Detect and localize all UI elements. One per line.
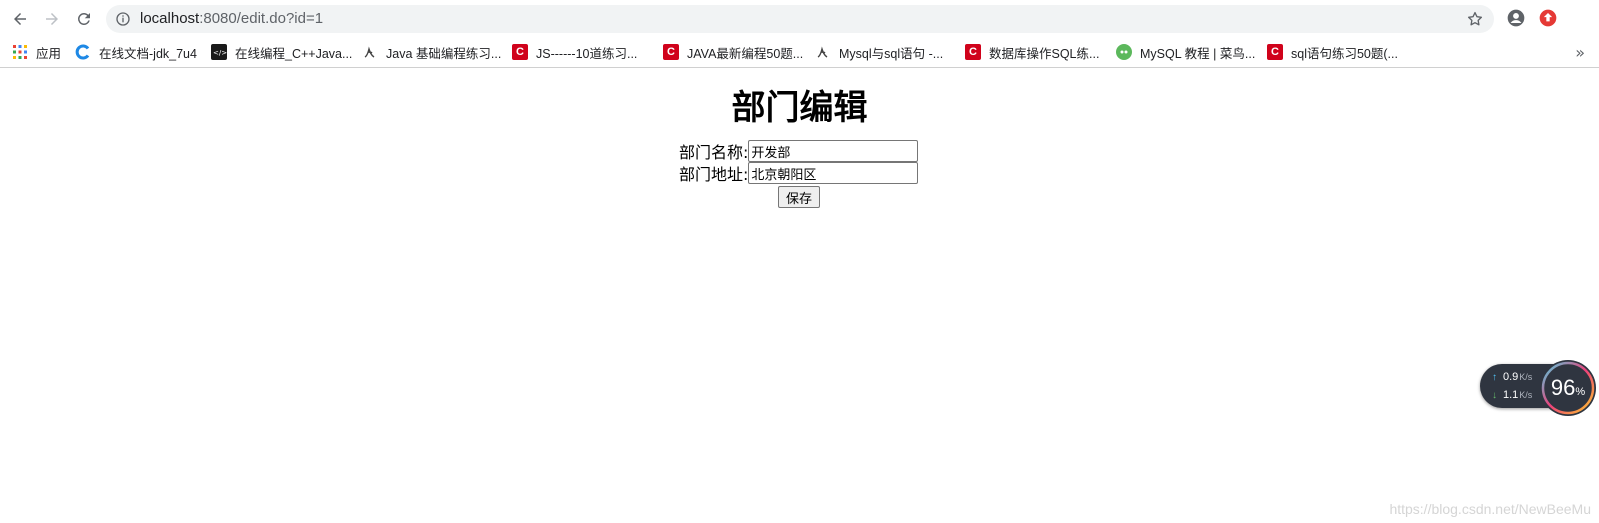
browser-toolbar: localhost:8080/edit.do?id=1 xyxy=(0,0,1599,36)
upload-unit: K/s xyxy=(1519,372,1533,382)
blue-c-icon xyxy=(75,44,91,60)
bookmark-label: sql语句练习50题(... xyxy=(1291,46,1398,61)
bookmark-online-coding[interactable]: </> 在线编程_C++Java... xyxy=(211,42,352,62)
reload-icon xyxy=(77,12,90,25)
url-path: :8080/edit.do?id=1 xyxy=(199,10,324,27)
dept-name-input[interactable] xyxy=(748,140,919,162)
bookmark-label: MySQL 教程 | 菜鸟... xyxy=(1140,46,1256,61)
bookmark-label: 数据库操作SQL练... xyxy=(989,46,1100,61)
save-button[interactable]: 保存 xyxy=(778,186,820,208)
bookmark-label: JAVA最新编程50题... xyxy=(687,46,804,61)
percent-symbol: % xyxy=(1575,386,1586,398)
arrow-left-icon xyxy=(14,13,26,25)
arrow-right-icon xyxy=(46,13,58,25)
download-arrow-icon: ↓ xyxy=(1492,390,1497,401)
reload-button[interactable] xyxy=(72,7,96,31)
back-button[interactable] xyxy=(8,7,32,31)
usage-percent: 96% xyxy=(1540,360,1596,416)
bookmark-db-sql[interactable]: C 数据库操作SQL练... xyxy=(965,42,1099,62)
csdn-icon: C xyxy=(1267,44,1283,60)
bookmark-jdk-docs[interactable]: 在线文档-jdk_7u4 xyxy=(75,42,197,62)
page-title: 部门编辑 xyxy=(731,88,868,128)
bookmark-apps[interactable]: 应用 xyxy=(12,42,61,62)
download-value: 1.1 xyxy=(1503,389,1519,401)
apps-grid-icon xyxy=(12,44,28,60)
bookmark-label: Mysql与sql语句 -... xyxy=(839,46,944,61)
svg-text:</>: </> xyxy=(213,49,227,57)
url-host: localhost xyxy=(140,10,200,27)
bookmark-label: JS------10道练习... xyxy=(536,46,638,61)
bookmark-java-50[interactable]: C JAVA最新编程50题... xyxy=(663,42,803,62)
bookmark-label: 应用 xyxy=(36,46,62,61)
bookmark-label: 在线编程_C++Java... xyxy=(235,46,353,61)
bookmark-star-icon[interactable] xyxy=(1466,10,1484,28)
url-text: localhost:8080/edit.do?id=1 xyxy=(140,10,323,27)
download-speed: ↓ 1.1K/s xyxy=(1492,389,1532,401)
update-icon[interactable] xyxy=(1538,8,1558,28)
dept-name-label: 部门名称: xyxy=(679,143,749,162)
bookmark-mysql-tutorial[interactable]: MySQL 教程 | 菜鸟... xyxy=(1116,42,1255,62)
network-speed-widget[interactable]: ↑ 0.9K/s ↓ 1.1K/s 96% xyxy=(1480,360,1599,416)
dept-address-row: 部门地址: xyxy=(679,162,919,184)
script-icon xyxy=(815,44,831,60)
bookmarks-overflow-icon[interactable]: » xyxy=(1575,43,1585,62)
download-unit: K/s xyxy=(1519,390,1533,400)
watermark: https://blog.csdn.net/NewBeeMu xyxy=(1389,501,1591,517)
bookmark-js-practice[interactable]: C JS------10道练习... xyxy=(512,42,637,62)
bookmark-mysql-sql[interactable]: Mysql与sql语句 -... xyxy=(815,42,943,62)
bookmark-label: Java 基础编程练习... xyxy=(386,46,502,61)
upload-value: 0.9 xyxy=(1503,371,1519,383)
dept-name-row: 部门名称: xyxy=(679,140,919,162)
dept-address-input[interactable] xyxy=(748,162,919,184)
info-icon[interactable] xyxy=(114,10,132,28)
script-icon xyxy=(362,44,378,60)
percent-value: 96 xyxy=(1550,375,1576,400)
bookmark-label: 在线文档-jdk_7u4 xyxy=(99,46,197,61)
csdn-icon: C xyxy=(663,44,679,60)
bookmark-sql-50[interactable]: C sql语句练习50题(... xyxy=(1267,42,1398,62)
upload-arrow-icon: ↑ xyxy=(1492,372,1497,383)
csdn-icon: C xyxy=(512,44,528,60)
dark-logo-icon: </> xyxy=(211,44,227,60)
upload-speed: ↑ 0.9K/s xyxy=(1492,371,1532,383)
bookmark-java-basics[interactable]: Java 基础编程练习... xyxy=(362,42,501,62)
csdn-icon: C xyxy=(965,44,981,60)
runoob-icon xyxy=(1116,44,1132,60)
forward-button[interactable] xyxy=(40,7,64,31)
account-icon[interactable] xyxy=(1506,8,1526,28)
dept-address-label: 部门地址: xyxy=(679,165,749,184)
bookmarks-bar: 应用 在线文档-jdk_7u4 </> 在线编程_C++Java... Java… xyxy=(0,36,1599,68)
address-bar[interactable]: localhost:8080/edit.do?id=1 xyxy=(106,5,1494,33)
